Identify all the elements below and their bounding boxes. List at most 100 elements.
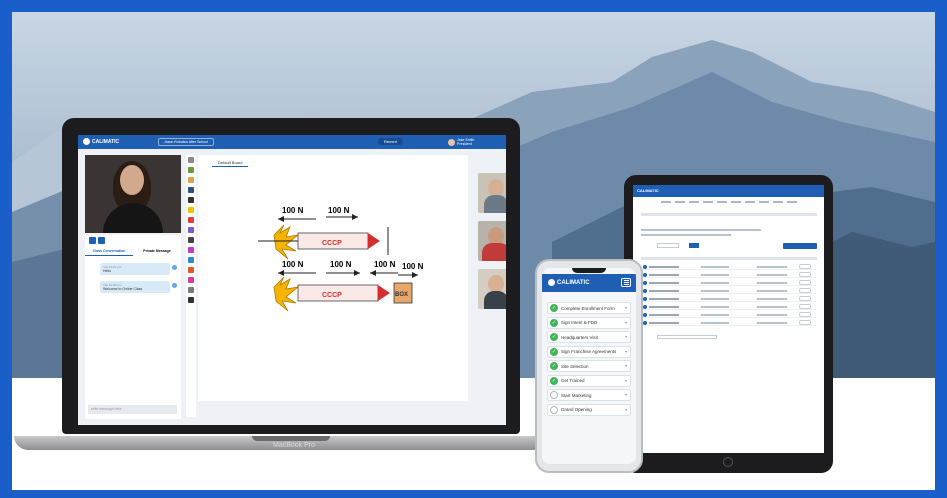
school-selector[interactable]: Jason Robotics After School xyxy=(158,138,214,146)
check-circle-icon: ✓ xyxy=(550,376,558,385)
check-circle-icon: ✓ xyxy=(550,347,558,356)
record-button[interactable]: Record xyxy=(378,138,403,145)
empty-circle-icon xyxy=(550,391,558,399)
avatar xyxy=(172,265,177,270)
onboarding-step[interactable]: ✓ Get Trained ▾ xyxy=(547,374,631,387)
table-row[interactable] xyxy=(641,303,817,310)
participant-video xyxy=(478,173,506,213)
participant-video xyxy=(478,269,506,309)
onboarding-step[interactable]: ✓ Sign Franchise Agreements ▾ xyxy=(547,345,631,358)
eraser-icon[interactable] xyxy=(188,187,194,193)
tablet-nav xyxy=(633,199,824,205)
phone-app-header: CALIMATIC xyxy=(542,274,636,292)
chat-message: You 10:22 pm Welcome to Online Class xyxy=(100,281,170,293)
chevron-down-icon: ▾ xyxy=(624,348,627,354)
onboarding-step[interactable]: ✓ Complete Enrollment Form ▾ xyxy=(547,302,631,314)
record-icon[interactable] xyxy=(188,267,194,273)
laptop-model-label: MacBook Pro xyxy=(272,442,316,449)
text-icon[interactable] xyxy=(188,197,194,203)
force-label: 100 N xyxy=(282,260,304,269)
table-row[interactable] xyxy=(641,271,817,278)
chat-panel: Class Conversation Private Message You 1… xyxy=(85,235,181,419)
onboarding-step[interactable]: ✓ Sign Intent & FDD ▾ xyxy=(547,316,631,329)
chevron-down-icon: ▾ xyxy=(624,406,627,412)
chat-message: You 10:21 pm Hello xyxy=(100,263,170,275)
image-icon[interactable] xyxy=(188,257,194,263)
tab-class-conversation[interactable]: Class Conversation xyxy=(85,248,133,256)
phone-mockup: CALIMATIC ✓ Complete Enrollment Form ▾ ✓ Sig… xyxy=(535,259,643,473)
force-label: 100 N xyxy=(282,206,304,215)
whiteboard-canvas[interactable]: Default Board 100 N 100 N 100 N 100 N 10… xyxy=(198,155,468,401)
participant-videos xyxy=(468,155,506,415)
filter-button[interactable] xyxy=(689,243,699,248)
table-row[interactable] xyxy=(641,263,817,270)
clear-icon[interactable] xyxy=(188,287,194,293)
tablet-app-header: CALIMATIC xyxy=(633,185,824,197)
force-label: 100 N xyxy=(328,206,350,215)
target-icon[interactable] xyxy=(188,277,194,283)
table-row[interactable] xyxy=(641,287,817,294)
chat-message-input[interactable]: write message here xyxy=(88,405,177,414)
step-label: Headquarters Visit xyxy=(561,334,598,340)
onboarding-step[interactable]: Grand Opening ▾ xyxy=(547,403,631,416)
tablet-screen: CALIMATIC xyxy=(633,185,824,453)
pagination[interactable] xyxy=(657,335,717,339)
calimatic-logo-icon xyxy=(83,138,90,145)
chat-toggle-icon[interactable] xyxy=(89,237,96,244)
participant-video xyxy=(478,221,506,261)
avatar xyxy=(172,283,177,288)
add-button[interactable] xyxy=(783,243,817,249)
check-circle-icon: ✓ xyxy=(550,362,558,370)
undo-icon[interactable] xyxy=(188,297,194,303)
chevron-down-icon: ▾ xyxy=(624,363,627,368)
tablet-mockup: CALIMATIC xyxy=(624,175,833,473)
force-label: 100 N xyxy=(330,260,352,269)
collapse-icon[interactable] xyxy=(188,157,194,163)
app-brand: CALIMATIC xyxy=(92,138,120,145)
rocket-text: CCCP xyxy=(322,292,342,299)
step-label: Sign Intent & FDD xyxy=(561,320,598,325)
shape-icon[interactable] xyxy=(188,217,194,223)
check-circle-icon: ✓ xyxy=(550,318,558,327)
laptop-mockup: CALIMATIC Jason Robotics After School Re… xyxy=(14,118,567,468)
highlighter-icon[interactable] xyxy=(188,207,194,213)
marker-icon[interactable] xyxy=(188,177,194,183)
chevron-down-icon: ▾ xyxy=(624,392,627,397)
step-label: Site Selection xyxy=(561,363,589,369)
onboarding-step[interactable]: Start Marketing ▾ xyxy=(547,389,631,401)
force-label: 100 N xyxy=(402,262,424,271)
phone-logo: CALIMATIC xyxy=(548,279,590,286)
app-logo: CALIMATIC xyxy=(83,138,119,145)
teacher-video xyxy=(85,155,181,233)
chevron-down-icon: ▾ xyxy=(624,319,627,325)
filter-input[interactable] xyxy=(657,243,679,248)
brush-icon[interactable] xyxy=(188,247,194,253)
onboarding-step[interactable]: ✓ Site Selection ▾ xyxy=(547,360,631,372)
tablet-brand: CALIMATIC xyxy=(637,188,659,193)
chevron-down-icon: ▾ xyxy=(624,334,627,339)
line-icon[interactable] xyxy=(188,237,194,243)
onboarding-step[interactable]: ✓ Headquarters Visit ▾ xyxy=(547,331,631,343)
phone-screen: CALIMATIC ✓ Complete Enrollment Form ▾ ✓ Sig… xyxy=(542,268,636,464)
check-circle-icon: ✓ xyxy=(550,304,558,312)
empty-circle-icon xyxy=(550,405,558,414)
table-row[interactable] xyxy=(641,295,817,302)
step-label: Get Trained xyxy=(561,378,585,383)
chat-tabs: Class Conversation Private Message xyxy=(85,248,181,256)
step-label: Sign Franchise Agreements xyxy=(561,349,617,354)
check-circle-icon: ✓ xyxy=(550,333,558,341)
table-row[interactable] xyxy=(641,319,817,326)
table-row[interactable] xyxy=(641,279,817,286)
force-label: 100 N xyxy=(374,260,396,269)
table-row[interactable] xyxy=(641,311,817,318)
avatar xyxy=(448,138,455,146)
rocket-text: CCCP xyxy=(322,240,342,247)
user-menu[interactable]: Jake Smith President xyxy=(448,138,474,146)
hamburger-menu-icon[interactable] xyxy=(621,278,631,287)
pencil-icon[interactable] xyxy=(188,167,194,173)
home-button-icon[interactable] xyxy=(723,457,733,467)
tab-private-message[interactable]: Private Message xyxy=(133,248,181,256)
chevron-down-icon: ▾ xyxy=(624,377,627,383)
participants-icon[interactable] xyxy=(98,237,105,244)
color-icon[interactable] xyxy=(188,227,194,233)
